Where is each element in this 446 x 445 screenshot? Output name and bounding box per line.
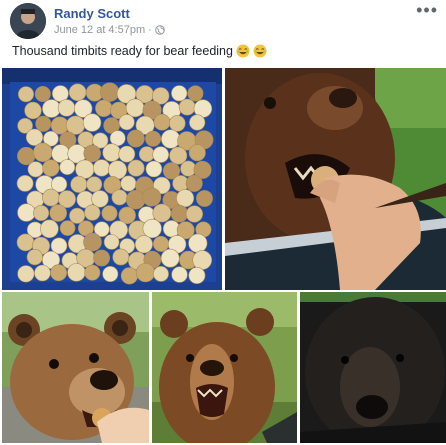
timbit <box>84 264 101 281</box>
timbit <box>86 176 103 193</box>
timbit <box>170 205 189 223</box>
timbit <box>125 98 145 118</box>
timbit <box>99 82 120 102</box>
timbit <box>35 115 52 132</box>
post-caption: Thousand timbits ready for bear feeding <box>12 44 267 58</box>
bear-eating-from-hand-photo[interactable] <box>225 68 446 290</box>
timbit <box>93 249 111 267</box>
timbit <box>153 113 171 131</box>
black-bear-face-photo[interactable] <box>300 292 446 443</box>
facebook-post: Randy Scott June 12 at 4:57pm · ••• Thou… <box>0 0 446 445</box>
timbit <box>188 144 206 162</box>
timbit <box>27 161 44 178</box>
timbit <box>102 266 119 283</box>
timbit <box>145 160 163 178</box>
timbit <box>70 175 88 193</box>
timbits-bin-photo[interactable] <box>2 68 222 290</box>
timbit <box>176 189 195 208</box>
timbit <box>83 144 101 163</box>
timbit <box>160 248 180 268</box>
bear-open-mouth-photo[interactable] <box>152 292 297 443</box>
timbit <box>59 159 76 175</box>
timbit <box>169 115 186 132</box>
laughing-face-icon <box>253 44 267 58</box>
timbit <box>188 233 208 253</box>
timbit <box>161 129 181 149</box>
timbit <box>196 190 213 207</box>
timbit <box>92 159 111 177</box>
timbit <box>68 83 87 102</box>
timbit <box>118 145 136 163</box>
timbit <box>16 175 34 192</box>
avatar[interactable] <box>10 3 46 39</box>
timbit <box>24 101 42 120</box>
timbit <box>185 174 203 192</box>
timbit <box>59 220 76 236</box>
timbit <box>57 99 76 117</box>
timbit <box>103 234 120 250</box>
timbit <box>153 235 170 252</box>
timbit <box>188 267 206 285</box>
timbit <box>17 265 35 283</box>
globe-icon[interactable] <box>154 25 165 35</box>
timbit <box>95 99 113 117</box>
timbit <box>142 218 162 239</box>
timbit <box>84 204 101 221</box>
timbit <box>120 267 138 285</box>
timbit <box>185 205 203 223</box>
timbit <box>187 85 204 102</box>
timbit-pile <box>16 82 214 285</box>
timbit <box>33 142 53 163</box>
timbit <box>127 159 145 177</box>
author-name-link[interactable]: Randy Scott <box>54 6 130 21</box>
timbit <box>33 205 50 222</box>
timbit <box>152 203 172 223</box>
timbit <box>17 86 34 103</box>
timbit <box>49 204 68 222</box>
timbit <box>180 160 197 177</box>
timbit <box>192 250 212 270</box>
timbit <box>82 113 102 132</box>
laughing-face-icon <box>236 44 250 58</box>
timbit <box>120 175 137 192</box>
timbit <box>189 114 206 131</box>
timbit <box>42 159 60 177</box>
timbit <box>171 266 188 283</box>
timbit <box>138 146 155 162</box>
timbit <box>26 249 43 266</box>
timbit <box>42 188 60 207</box>
timbit <box>34 264 51 282</box>
timbit <box>112 248 130 266</box>
timbit <box>145 130 162 147</box>
timbit <box>34 85 51 102</box>
post-header: Randy Scott June 12 at 4:57pm · ••• <box>10 1 440 41</box>
timbit <box>142 187 162 207</box>
timbit <box>178 98 196 116</box>
timbit <box>171 85 188 102</box>
post-meta: June 12 at 4:57pm · <box>54 24 165 36</box>
timbit <box>134 235 153 254</box>
timbit <box>67 263 86 282</box>
more-options-button[interactable]: ••• <box>416 1 438 19</box>
timbit <box>40 219 59 239</box>
timbit <box>111 189 128 206</box>
timbit <box>126 129 145 148</box>
young-bear-closeup-photo[interactable] <box>2 292 149 443</box>
timbit <box>153 265 169 282</box>
timbit <box>75 159 95 179</box>
timbit <box>83 232 102 252</box>
timbit <box>135 263 156 283</box>
timbit <box>102 143 121 162</box>
timbit <box>101 205 118 222</box>
timbit <box>125 189 146 210</box>
timbit <box>16 233 35 252</box>
timbit <box>42 99 61 118</box>
caption-text: Thousand timbits ready for bear feeding <box>12 44 233 58</box>
timbit <box>152 146 169 163</box>
meta-separator: · <box>148 24 152 36</box>
timbit <box>118 114 135 131</box>
post-timestamp[interactable]: June 12 at 4:57pm <box>54 24 145 36</box>
timbit <box>17 203 36 222</box>
timbit <box>50 264 68 282</box>
